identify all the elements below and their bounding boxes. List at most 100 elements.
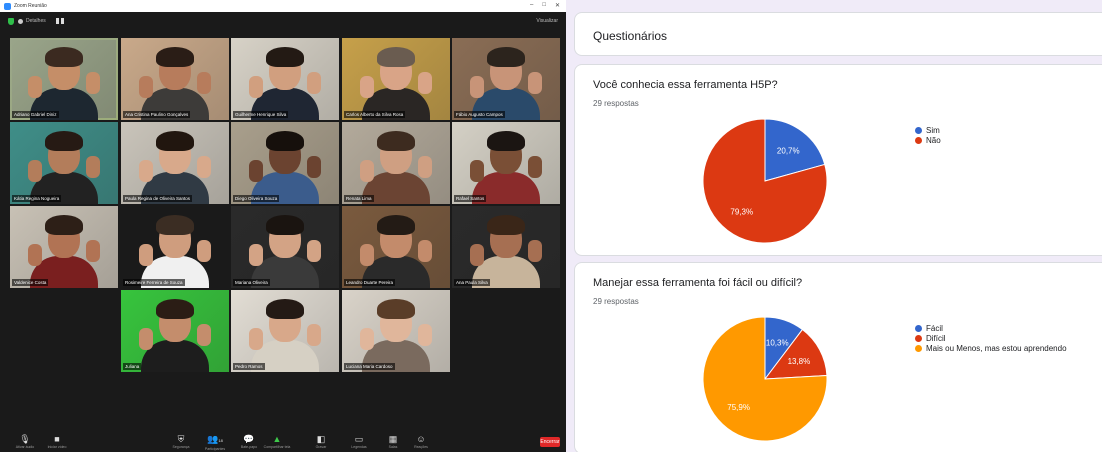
participant-hair: [266, 131, 304, 151]
sign-hand: [197, 156, 211, 178]
participant-name: Adriano Gabriel Diniz: [12, 111, 59, 118]
participant-video-tile[interactable]: Carlos Alberto da Silva Rosa: [342, 38, 450, 120]
participant-video-tile[interactable]: Paula Regina de Oliveira Santos: [121, 122, 229, 204]
participant-video-tile[interactable]: Diego Oliveira Souza: [231, 122, 339, 204]
zoom-titlebar: Zoom Reunião – □ ✕: [0, 0, 566, 12]
participant-hair: [45, 131, 83, 151]
legend-item[interactable]: Sim: [915, 125, 941, 135]
sign-hand: [197, 72, 211, 94]
sign-hand: [307, 156, 321, 178]
zoom-window: Zoom Reunião – □ ✕ Detalhes Visualizar A…: [0, 0, 566, 452]
slice-label: 75,9%: [727, 403, 750, 412]
sign-hand: [470, 160, 484, 182]
participant-video-tile[interactable]: Valdenice Costa: [10, 206, 118, 288]
participant-name: Pedro Ramos: [233, 363, 265, 370]
participant-name: Kátia Regina Nogueira: [12, 195, 62, 202]
sign-hand: [528, 240, 542, 262]
sign-hand: [307, 324, 321, 346]
participant-video-tile[interactable]: Kátia Regina Nogueira: [10, 122, 118, 204]
participant-hair: [266, 47, 304, 67]
participants-button[interactable]: 👥18 Participantes: [204, 434, 226, 451]
legend-item[interactable]: Mais ou Menos, mas estou aprendendo: [915, 343, 1067, 353]
participant-hair: [487, 215, 525, 235]
security-button[interactable]: ⛨ Segurança: [170, 434, 192, 449]
participant-hair: [487, 131, 525, 151]
close-button[interactable]: ✕: [555, 2, 560, 9]
response-count: 29 respostas: [593, 99, 639, 108]
participant-video-tile[interactable]: Rafael Santos: [452, 122, 560, 204]
participant-video-tile[interactable]: Mariana Oliveira: [231, 206, 339, 288]
participant-name: Diego Oliveira Souza: [233, 195, 280, 202]
participant-name: Ana Paula Silva: [454, 279, 490, 286]
participant-video-tile[interactable]: Fábio Augusto Campos: [452, 38, 560, 120]
sign-hand: [470, 244, 484, 266]
share-screen-button[interactable]: ▲ Compartilhar tela: [264, 434, 291, 449]
slice-label: 13,8%: [788, 357, 811, 366]
participant-name: Guilherme Henrique Silva: [233, 111, 289, 118]
minimize-button[interactable]: –: [530, 2, 533, 9]
legend-item[interactable]: Difícil: [915, 333, 1067, 343]
sign-hand: [28, 76, 42, 98]
participants-icon: 👥18: [207, 434, 223, 444]
legend-item[interactable]: Não: [915, 135, 941, 145]
legend-swatch: [915, 136, 922, 144]
participant-video-tile[interactable]: Renata Lima: [342, 122, 450, 204]
legend-label: Não: [926, 135, 941, 145]
info-icon[interactable]: [18, 18, 23, 24]
participant-video-tile[interactable]: Luciana Maria Cardoso: [342, 290, 450, 372]
participant-video-tile[interactable]: Adriano Gabriel Diniz: [10, 38, 118, 120]
sign-hand: [28, 160, 42, 182]
meeting-info-bar: Detalhes Visualizar: [0, 12, 566, 30]
video-camera-icon: ■: [54, 434, 60, 444]
sign-hand: [470, 76, 484, 98]
reaction-icon: ☺: [416, 434, 426, 444]
sign-hand: [197, 240, 211, 262]
captions-button[interactable]: ▭ Legendas: [348, 434, 370, 449]
reactions-button[interactable]: ☺ Reações: [410, 434, 432, 449]
forms-summary-panel: Questionários Você conhecia essa ferrame…: [566, 0, 1102, 452]
participant-video-tile[interactable]: Leandro Duarte Pereira: [342, 206, 450, 288]
sign-hand: [249, 76, 263, 98]
participant-hair: [156, 299, 194, 319]
participant-video-tile[interactable]: Rosimeire Ferreira de Souza: [121, 206, 229, 288]
participant-video-tile[interactable]: Ana Cristina Paulino Gonçalves: [121, 38, 229, 120]
sign-hand: [360, 160, 374, 182]
screenshot-root: Zoom Reunião – □ ✕ Detalhes Visualizar A…: [0, 0, 1102, 452]
meeting-info[interactable]: Detalhes: [26, 18, 46, 24]
legend-swatch: [915, 334, 922, 342]
participant-video-tile[interactable]: Guilherme Henrique Silva: [231, 38, 339, 120]
view-button[interactable]: Visualizar: [536, 18, 558, 24]
record-button[interactable]: ◧ Gravar: [310, 434, 332, 449]
participant-name: Mariana Oliveira: [233, 279, 270, 286]
end-meeting-button[interactable]: Encerrar: [540, 437, 560, 447]
video-button[interactable]: ■ Iniciar vídeo: [46, 434, 68, 449]
zoom-logo-icon: [4, 2, 11, 10]
sign-hand: [139, 244, 153, 266]
participant-hair: [266, 215, 304, 235]
sign-hand: [418, 240, 432, 262]
sign-hand: [360, 328, 374, 350]
breakout-rooms-button[interactable]: ▦ Salas: [382, 434, 404, 449]
question-title: Manejar essa ferramenta foi fácil ou dif…: [593, 277, 803, 289]
question-card: Você conhecia essa ferramenta H5P? 29 re…: [574, 64, 1102, 256]
forms-title: Questionários: [593, 29, 668, 43]
maximize-button[interactable]: □: [542, 2, 546, 9]
participant-hair: [45, 47, 83, 67]
shield-icon[interactable]: [8, 17, 14, 25]
participant-hair: [487, 47, 525, 67]
sign-hand: [139, 160, 153, 182]
participant-video-tile[interactable]: Pedro Ramos: [231, 290, 339, 372]
participant-hair: [377, 299, 415, 319]
chat-button[interactable]: 💬 Bate-papo: [238, 434, 260, 449]
captions-icon: ▭: [354, 434, 364, 444]
participant-hair: [377, 131, 415, 151]
legend-label: Fácil: [926, 323, 943, 333]
participant-name: Juliana: [123, 363, 142, 370]
sign-hand: [86, 72, 100, 94]
participant-video-tile[interactable]: Juliana: [121, 290, 229, 372]
sign-hand: [249, 244, 263, 266]
legend-item[interactable]: Fácil: [915, 323, 1067, 333]
mute-button[interactable]: 🎙 Ativar áudio: [14, 434, 36, 449]
participant-video-tile[interactable]: Ana Paula Silva: [452, 206, 560, 288]
legend-swatch: [915, 126, 922, 134]
